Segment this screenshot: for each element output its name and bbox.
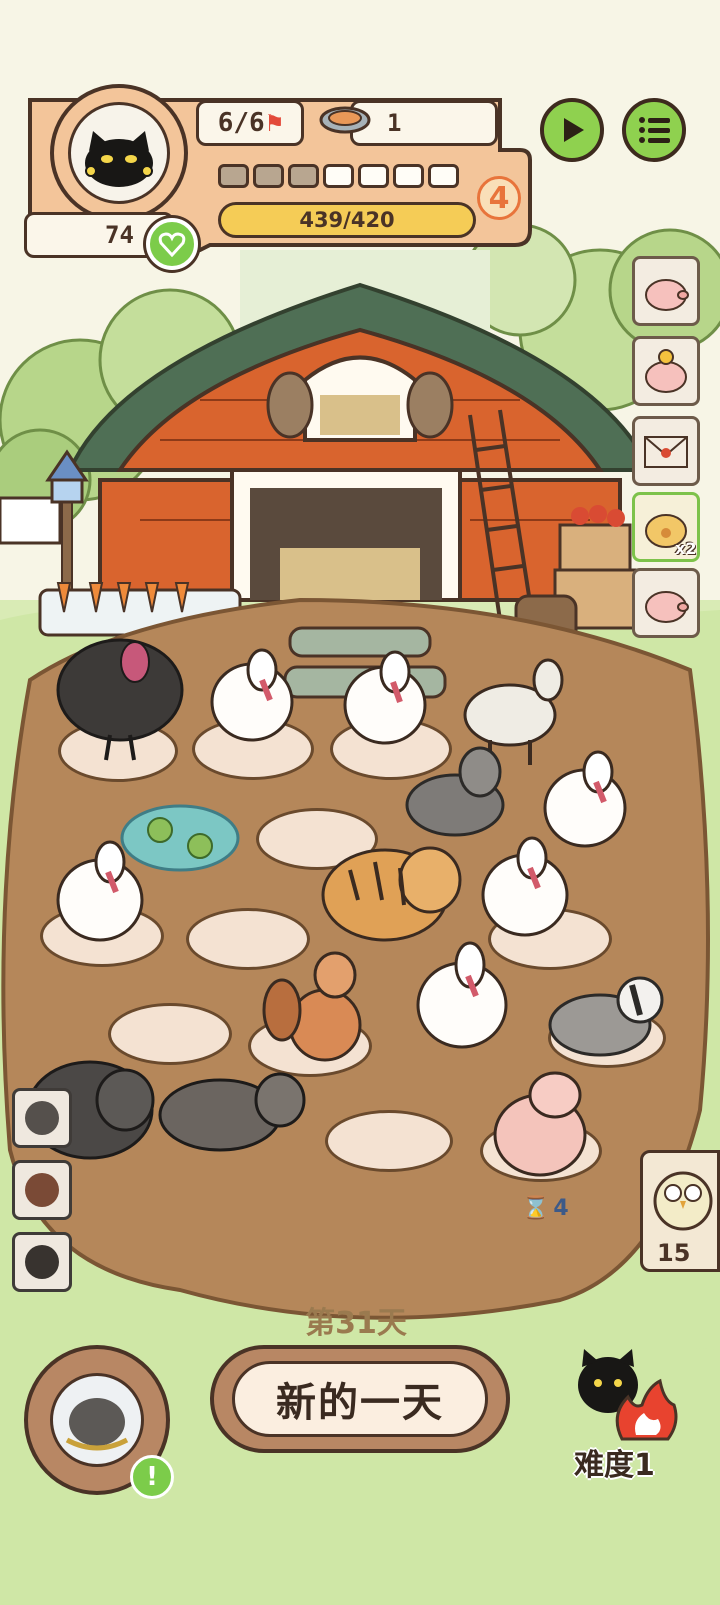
owl-icon	[653, 1171, 713, 1231]
level-badge: 4	[477, 176, 521, 220]
chicken[interactable]	[343, 650, 427, 745]
piggy-bank-card[interactable]	[632, 256, 700, 326]
stamina-segment	[428, 164, 459, 188]
food-count-value: 1	[387, 109, 402, 137]
xp-bar: 439/420	[218, 202, 476, 238]
menu-list-icon	[639, 117, 670, 143]
stamina-segment	[288, 164, 319, 188]
difficulty-label: 难度1	[574, 1448, 655, 1483]
level-badge-value: 4	[488, 180, 510, 216]
day-label: 第31天	[305, 1306, 407, 1341]
envelope-icon	[644, 436, 688, 468]
new-day-button-inner: 新的一天	[232, 1361, 488, 1437]
stamina-segment	[253, 164, 284, 188]
paw-token-icon	[25, 1101, 59, 1135]
envelope-card[interactable]	[632, 416, 700, 486]
timer-badge: ⌛ 4	[522, 1196, 569, 1221]
play-button[interactable]	[540, 98, 604, 162]
stamina-segment	[218, 164, 249, 188]
heart-value: 74	[105, 221, 134, 249]
hyena[interactable]	[158, 1072, 306, 1152]
flag-icon: ⚑	[266, 108, 283, 138]
level-progress: 6/6 ⚑	[196, 100, 304, 146]
turkey[interactable]	[56, 638, 184, 761]
food-bowl-icon	[318, 104, 372, 140]
badger[interactable]	[548, 976, 664, 1057]
new-day-button-label: 新的一天	[276, 1380, 444, 1426]
chicken[interactable]	[481, 836, 569, 937]
owl-counter-card[interactable]: 15	[640, 1150, 720, 1272]
food-counter: 1	[350, 100, 498, 146]
piggy-bank-icon	[645, 591, 689, 623]
chicken[interactable]	[210, 648, 294, 742]
fox[interactable]	[262, 951, 362, 1062]
xp-text: 439/420	[299, 208, 395, 232]
chicken[interactable]	[543, 750, 627, 848]
exclamation-icon: !	[146, 1462, 158, 1492]
black-cat-icon	[85, 131, 153, 187]
level-progress-value: 6/6	[217, 108, 265, 138]
alert-badge: !	[130, 1455, 174, 1499]
stamina-segments	[218, 164, 463, 192]
player-avatar[interactable]	[50, 84, 188, 222]
new-day-button[interactable]: 新的一天	[210, 1345, 510, 1453]
difficulty-fire-cat-icon	[578, 1349, 678, 1441]
paw-pouch-card[interactable]: x2	[632, 492, 700, 562]
tool-slot[interactable]	[12, 1160, 72, 1220]
stamina-segment	[393, 164, 424, 188]
trap-token-icon	[25, 1245, 59, 1279]
piggy-bank-coin-icon	[645, 349, 687, 393]
chicken[interactable]	[416, 941, 508, 1049]
pig[interactable]	[493, 1071, 587, 1177]
piggy-bank-icon	[645, 279, 689, 311]
tiger[interactable]	[321, 846, 462, 942]
menu-button[interactable]	[622, 98, 686, 162]
chicken[interactable]	[56, 840, 144, 942]
stamina-segment	[358, 164, 389, 188]
play-icon	[564, 118, 584, 142]
chained-wolf-portrait	[50, 1373, 144, 1467]
heart-icon	[158, 232, 186, 257]
piggy-bank-coin-card[interactable]	[632, 336, 700, 406]
tool-slot[interactable]	[12, 1088, 72, 1148]
hourglass-icon: ⌛	[522, 1196, 550, 1221]
wolf[interactable]	[405, 746, 505, 837]
multiplier-label: x2	[675, 539, 697, 558]
food-token-icon	[25, 1173, 59, 1207]
chained-wolf-icon	[65, 1398, 129, 1451]
owl-counter-value: 15	[657, 1239, 691, 1267]
avatar-image	[68, 102, 170, 204]
piggy-bank-card[interactable]	[632, 568, 700, 638]
timer-badge-value: 4	[553, 1196, 569, 1221]
heart-badge[interactable]	[146, 218, 198, 270]
stamina-segment	[323, 164, 354, 188]
tool-slot[interactable]	[12, 1232, 72, 1292]
